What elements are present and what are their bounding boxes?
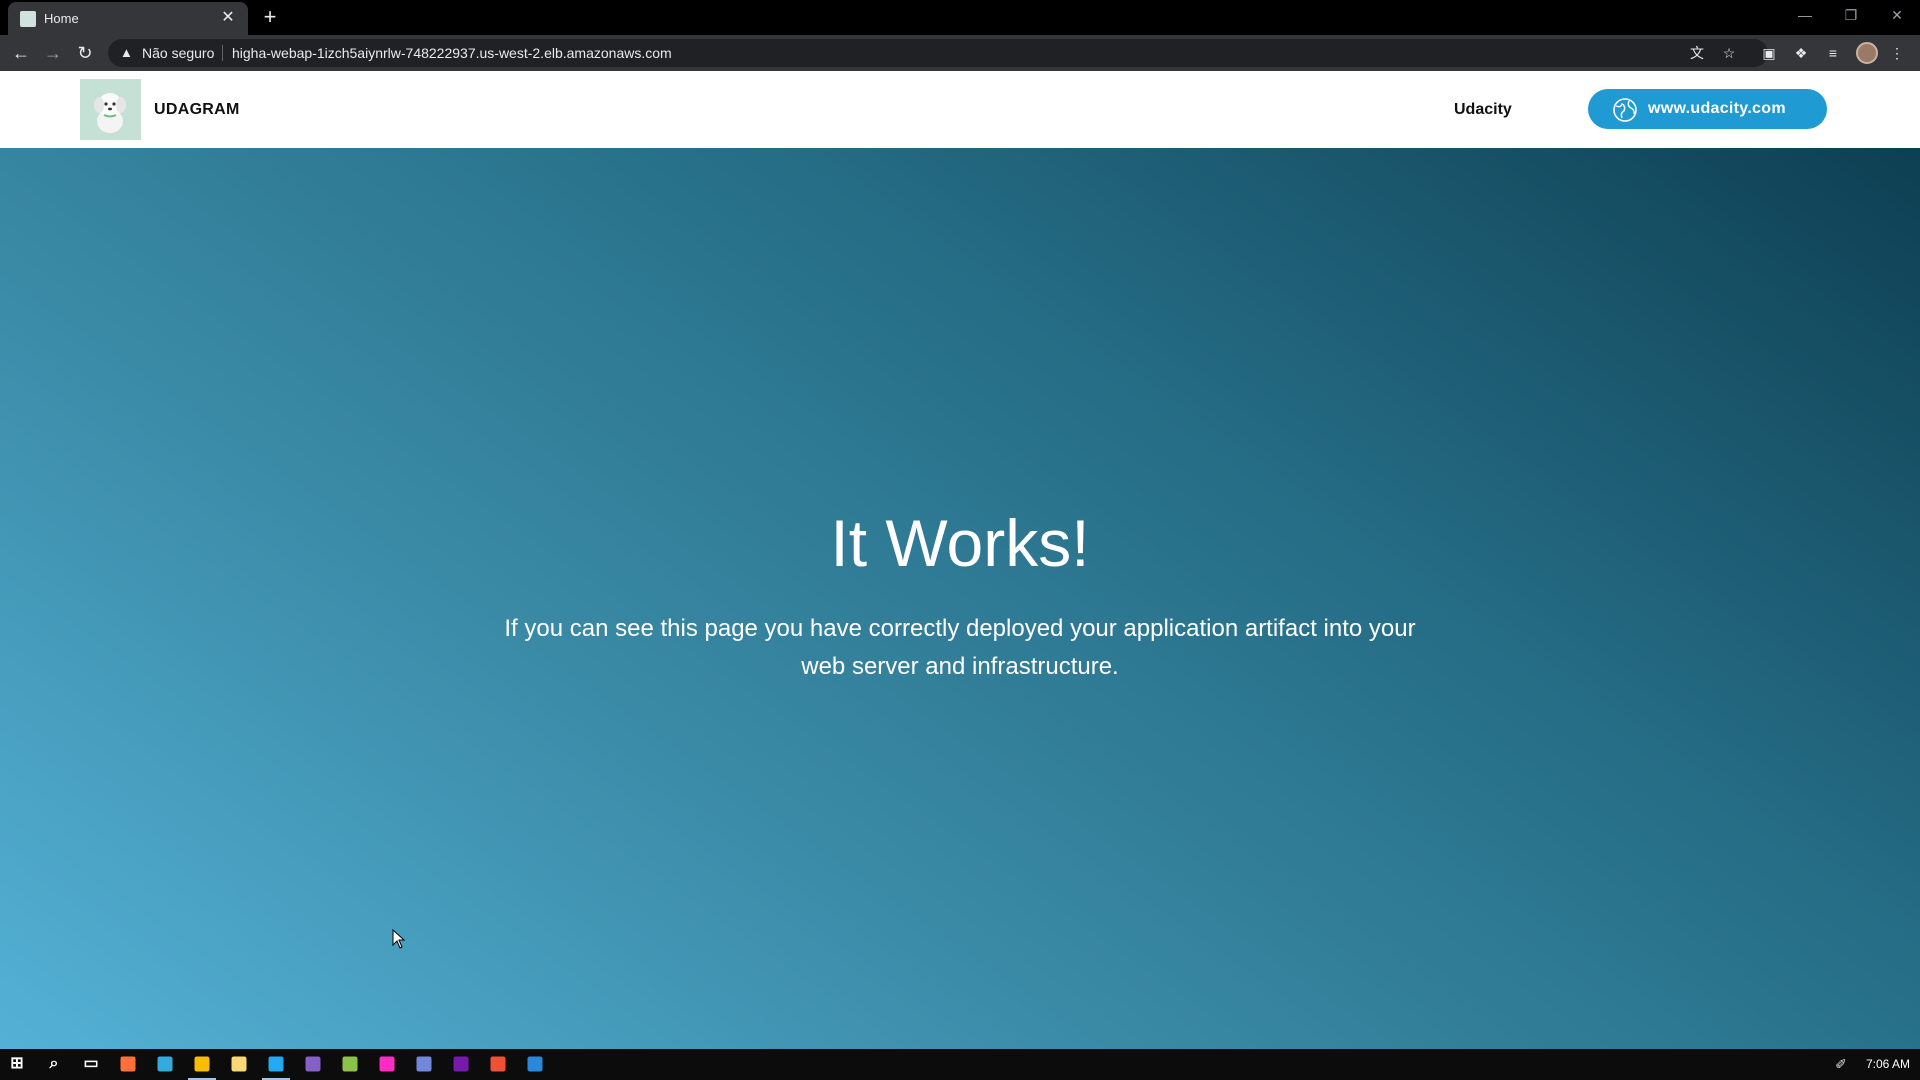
bookmark-star-icon[interactable]: ☆ <box>1720 44 1738 62</box>
git-icon[interactable] <box>490 1056 506 1072</box>
browser-tab-bar: Home ✕ + — ❐ ✕ <box>0 0 1920 35</box>
firefox-icon[interactable] <box>120 1056 136 1072</box>
udagram-logo[interactable] <box>80 79 141 140</box>
tab-close-icon[interactable]: ✕ <box>218 8 238 28</box>
translate-icon[interactable]: 文 <box>1688 44 1706 62</box>
web-page: UDAGRAM Udacity www.udacity.com It Works… <box>0 71 1920 1049</box>
back-icon[interactable]: ← <box>9 41 33 65</box>
hero-description: If you can see this page you have correc… <box>504 615 1416 680</box>
edge-icon[interactable] <box>157 1056 173 1072</box>
site-header: UDAGRAM Udacity www.udacity.com <box>0 71 1920 148</box>
taskbar-clock[interactable]: 7:06 AM <box>1866 1057 1910 1071</box>
restore-icon[interactable]: ❐ <box>1828 0 1874 30</box>
chrome-icon[interactable] <box>194 1056 210 1072</box>
discord-icon[interactable] <box>416 1056 432 1072</box>
extension-icon[interactable]: ▣ <box>1760 44 1778 62</box>
onenote-icon[interactable] <box>453 1056 469 1072</box>
favicon-icon <box>20 11 36 27</box>
minimize-icon[interactable]: — <box>1782 0 1828 30</box>
task-view-icon[interactable]: ▭ <box>81 1054 101 1074</box>
forward-icon[interactable]: → <box>41 41 65 65</box>
udacity-website-button[interactable]: www.udacity.com <box>1588 89 1827 129</box>
hero-title: It Works! <box>830 506 1090 580</box>
start-icon[interactable]: ⊞ <box>7 1054 27 1074</box>
omnibox-divider <box>222 45 223 61</box>
reading-list-icon[interactable]: ≡ <box>1824 44 1842 62</box>
mouse-cursor-icon <box>392 929 406 949</box>
lambda-icon[interactable] <box>342 1056 358 1072</box>
tab-title: Home <box>44 11 79 26</box>
pen-tray-icon[interactable]: ✐ <box>1832 1055 1850 1073</box>
search-icon[interactable]: ⌕ <box>44 1054 64 1074</box>
new-tab-button[interactable]: + <box>258 6 282 30</box>
nav-link-udacity[interactable]: Udacity <box>1454 101 1512 119</box>
adobe-xd-icon[interactable] <box>379 1056 395 1072</box>
document-icon[interactable] <box>527 1056 543 1072</box>
tab-home[interactable]: Home ✕ <box>8 2 248 35</box>
security-label[interactable]: Não seguro <box>142 45 214 61</box>
warning-icon[interactable]: ▲ <box>120 45 136 61</box>
windows-taskbar: ⊞ ⌕ ▭ ✐ 7:06 AM <box>0 1049 1920 1080</box>
close-window-icon[interactable]: ✕ <box>1874 0 1920 30</box>
file-explorer-icon[interactable] <box>231 1056 247 1072</box>
hero-section: It Works! If you can see this page you h… <box>0 148 1920 1049</box>
puzzle-icon[interactable]: ❖ <box>1792 44 1810 62</box>
reload-icon[interactable]: ↻ <box>73 41 97 65</box>
profile-icon[interactable] <box>1856 42 1878 64</box>
address-bar[interactable]: ▲ Não seguro higha-webap-1izch5aiynrlw-7… <box>108 39 1768 67</box>
globe-icon <box>1613 98 1637 122</box>
url-text[interactable]: higha-webap-1izch5aiynrlw-748222937.us-w… <box>232 45 672 61</box>
menu-icon[interactable]: ⋮ <box>1888 44 1906 62</box>
vscode-icon[interactable] <box>268 1056 284 1072</box>
puppy-logo-icon <box>80 79 141 140</box>
brand-name[interactable]: UDAGRAM <box>154 101 240 119</box>
browser-toolbar: ← → ↻ ▲ Não seguro higha-webap-1izch5aiy… <box>0 35 1920 71</box>
cta-label: www.udacity.com <box>1648 100 1786 117</box>
visual-studio-icon[interactable] <box>305 1056 321 1072</box>
